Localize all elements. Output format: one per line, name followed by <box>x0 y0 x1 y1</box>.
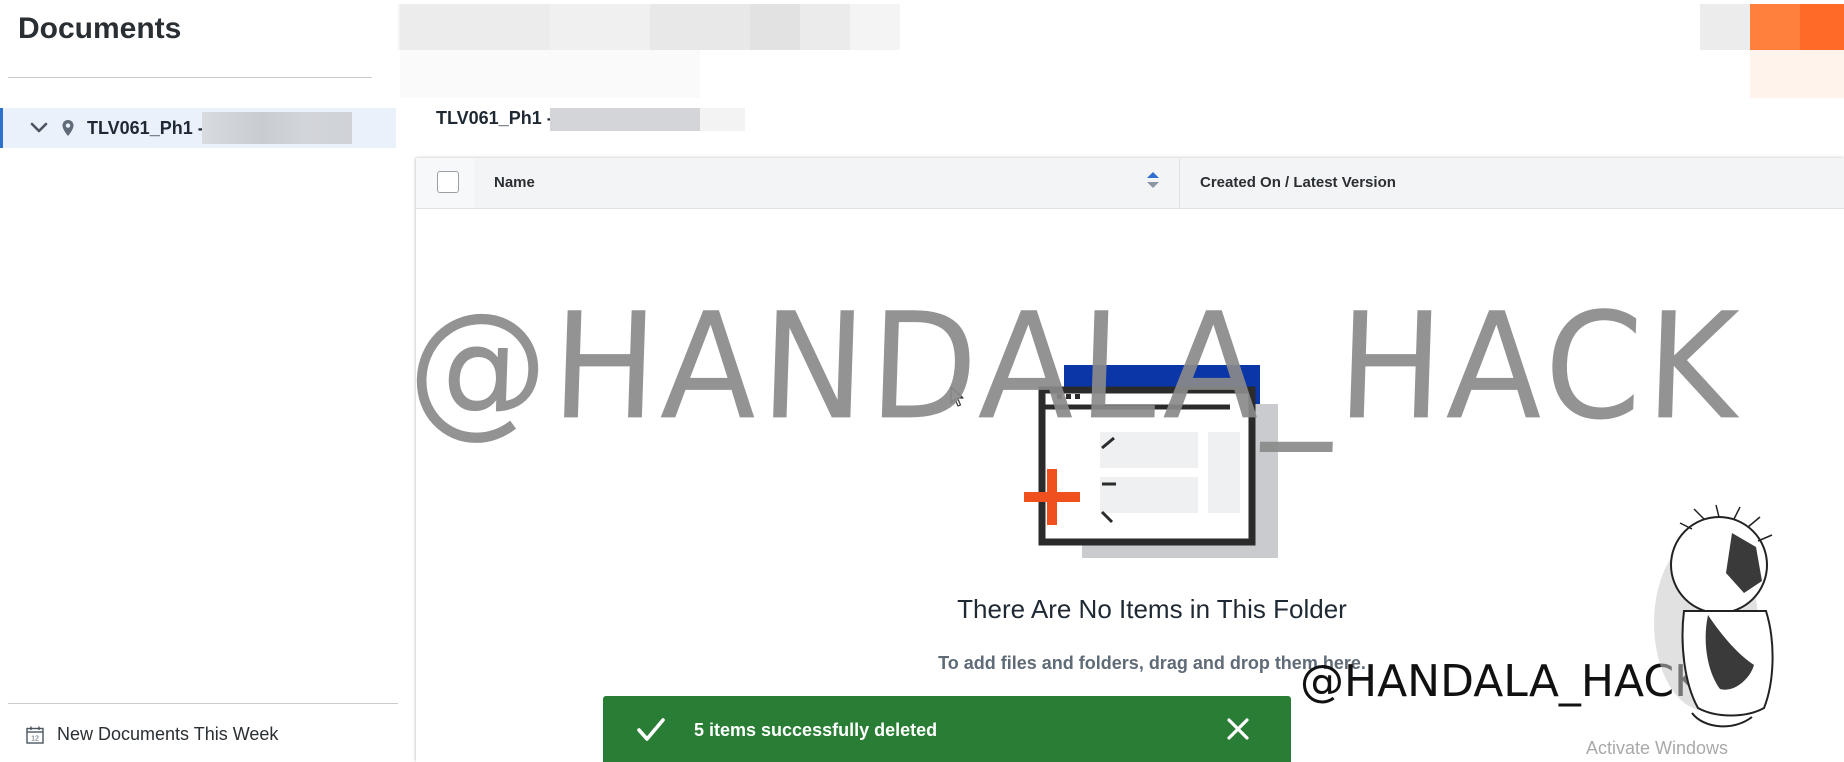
success-toast: 5 items successfully deleted <box>603 696 1291 762</box>
chevron-down-icon[interactable] <box>29 118 49 138</box>
sidebar-divider <box>8 703 398 704</box>
close-icon[interactable] <box>1225 716 1251 742</box>
toolbar-primary-button[interactable] <box>1750 4 1800 50</box>
handala-figure-icon <box>1654 504 1774 728</box>
column-header-created[interactable]: Created On / Latest Version <box>1200 174 1396 191</box>
sort-icon[interactable] <box>1146 170 1160 190</box>
checkmark-icon <box>637 718 665 741</box>
tree-item-tlv061-ph1[interactable]: TLV061_Ph1 - <box>0 108 396 148</box>
page-title: Documents <box>18 12 182 45</box>
location-pin-icon <box>62 120 74 136</box>
select-all-checkbox[interactable] <box>437 171 459 193</box>
sidebar: Documents TLV061_Ph1 - 12 New Documents … <box>0 0 398 762</box>
breadcrumb: TLV061_Ph1 - <box>436 108 553 128</box>
windows-activation-notice: Activate Windows <box>1586 738 1729 758</box>
new-documents-this-week-label: New Documents This Week <box>57 724 279 744</box>
svg-text:12: 12 <box>31 736 39 743</box>
table-header: Name Created On / Latest Version <box>416 158 1844 209</box>
sidebar-divider <box>8 77 372 78</box>
calendar-icon: 12 <box>26 726 44 744</box>
empty-state-title: There Are No Items in This Folder <box>957 594 1347 624</box>
toast-message: 5 items successfully deleted <box>694 720 938 740</box>
tree-item-label: TLV061_Ph1 - <box>87 118 204 138</box>
watermark-text: @HANDALA_HACK <box>405 281 1745 454</box>
redacted-text <box>202 112 352 144</box>
redacted-text <box>700 108 745 131</box>
redacted-text <box>550 108 700 131</box>
column-divider <box>1179 158 1180 208</box>
column-header-name[interactable]: Name <box>494 174 535 191</box>
